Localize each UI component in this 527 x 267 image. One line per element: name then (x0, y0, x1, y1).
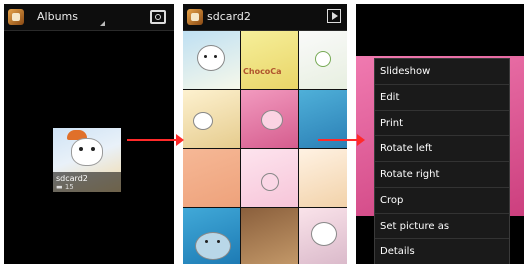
albums-screen: Albums sdcard2 ▬ 15 (4, 4, 174, 264)
arrow-icon (318, 134, 365, 146)
photo-thumbnail[interactable] (241, 90, 298, 148)
album-grid-screen: sdcard2 ChocoCa (183, 4, 347, 264)
slideshow-play-icon[interactable] (327, 9, 341, 23)
arrow-icon (127, 134, 184, 146)
menu-item-details[interactable]: Details (375, 239, 509, 264)
photo-thumbnail[interactable] (183, 149, 240, 207)
photo-thumbnail[interactable] (183, 208, 240, 264)
photo-thumbnail[interactable]: ChocoCa (241, 31, 298, 89)
camera-icon[interactable] (150, 10, 166, 24)
dropdown-indicator-icon[interactable] (100, 21, 105, 26)
menu-item-rotate-left[interactable]: Rotate left (375, 136, 509, 162)
menu-item-crop[interactable]: Crop (375, 188, 509, 214)
gallery-app-icon[interactable] (8, 9, 24, 25)
photo-thumbnail[interactable] (299, 208, 347, 264)
photo-menu-screen: Slideshow Edit Print Rotate left Rotate … (356, 4, 524, 264)
menu-item-rotate-right[interactable]: Rotate right (375, 162, 509, 188)
photo-thumbnail[interactable] (299, 31, 347, 89)
page-title: sdcard2 (207, 10, 251, 23)
photo-thumbnail[interactable] (299, 149, 347, 207)
photo-grid: ChocoCa (183, 31, 347, 264)
album-tile[interactable]: sdcard2 ▬ 15 (53, 128, 121, 192)
menu-item-slideshow[interactable]: Slideshow (375, 59, 509, 85)
menu-item-set-picture-as[interactable]: Set picture as (375, 214, 509, 240)
action-bar: Albums (4, 4, 174, 31)
menu-item-print[interactable]: Print (375, 111, 509, 137)
photo-thumbnail[interactable] (241, 149, 298, 207)
photo-thumbnail[interactable] (183, 90, 240, 148)
album-count: ▬ 15 (56, 183, 74, 191)
photo-thumbnail[interactable] (183, 31, 240, 89)
album-name: sdcard2 (56, 174, 88, 183)
context-menu: Slideshow Edit Print Rotate left Rotate … (374, 58, 510, 264)
menu-item-edit[interactable]: Edit (375, 85, 509, 111)
photo-thumbnail[interactable] (241, 208, 298, 264)
page-title: Albums (37, 10, 78, 23)
action-bar: sdcard2 (183, 4, 347, 31)
gallery-app-icon[interactable] (187, 9, 203, 25)
